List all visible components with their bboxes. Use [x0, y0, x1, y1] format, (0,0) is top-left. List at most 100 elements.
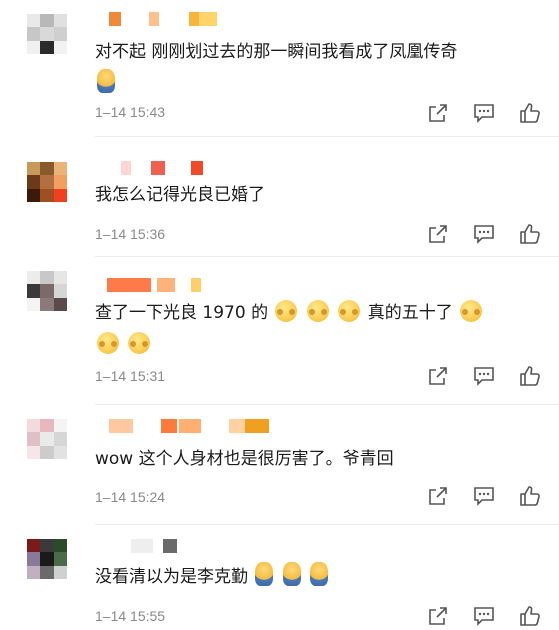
- timestamp: 1–14 15:31: [95, 368, 166, 384]
- emoji-icon: [255, 562, 274, 586]
- avatar-pixel: [53, 445, 67, 459]
- reply-button[interactable]: [473, 102, 495, 124]
- comment-text: wow 这个人身材也是很厉害了。爷青回: [95, 449, 394, 469]
- avatar-pixel: [40, 445, 54, 459]
- avatar-pixel: [53, 162, 67, 176]
- avatar-pixel: [53, 14, 67, 28]
- avatar-pixel: [53, 188, 67, 202]
- comment-text: 没看清以为是李克勤: [95, 561, 529, 593]
- avatar-pixel: [40, 552, 54, 566]
- avatar-pixel: [27, 552, 41, 566]
- avatar[interactable]: [27, 14, 67, 54]
- comment-actions: [427, 605, 541, 627]
- avatar-pixel: [27, 432, 41, 446]
- avatar[interactable]: [27, 419, 67, 459]
- comment-item: 没看清以为是李克勤 1–14 15:55: [0, 525, 559, 630]
- avatar-pixel: [27, 40, 41, 54]
- avatar[interactable]: [27, 539, 67, 579]
- share-button[interactable]: [427, 223, 449, 245]
- reply-button[interactable]: [473, 485, 495, 507]
- comment-actions: [427, 102, 541, 124]
- avatar-pixel: [27, 162, 41, 176]
- comment-actions: [427, 485, 541, 507]
- emoji-icon: [460, 300, 483, 322]
- avatar-pixel: [27, 284, 41, 298]
- avatar-pixel: [53, 565, 67, 579]
- comment-actions: [427, 365, 541, 387]
- avatar-pixel: [53, 419, 67, 433]
- avatar[interactable]: [27, 271, 67, 311]
- avatar-pixel: [40, 565, 54, 579]
- avatar-pixel: [40, 432, 54, 446]
- avatar-pixel: [40, 284, 54, 298]
- avatar-pixel: [53, 27, 67, 41]
- avatar-pixel: [53, 539, 67, 553]
- avatar-pixel: [53, 40, 67, 54]
- like-icon: [520, 224, 540, 244]
- avatar-pixel: [27, 419, 41, 433]
- emoji-icon: [128, 332, 151, 354]
- avatar-pixel: [53, 175, 67, 189]
- emoji-icon: [306, 300, 329, 322]
- avatar-pixel: [53, 297, 67, 311]
- like-button[interactable]: [519, 102, 541, 124]
- share-icon: [429, 487, 447, 505]
- reply-button[interactable]: [473, 223, 495, 245]
- emoji-icon: [310, 562, 329, 586]
- like-icon: [520, 366, 540, 386]
- avatar[interactable]: [27, 162, 67, 202]
- share-button[interactable]: [427, 605, 449, 627]
- emoji-icon: [97, 69, 115, 93]
- avatar-pixel: [40, 162, 54, 176]
- like-icon: [520, 486, 540, 506]
- comment-item: 对不起 刚刚划过去的那一瞬间我看成了凤凰传奇 1–14 15:43: [0, 0, 559, 137]
- comment-item: wow 这个人身材也是很厉害了。爷青回 1–14 15:24: [0, 405, 559, 525]
- emoji-icon: [275, 300, 298, 322]
- comment-icon: [474, 487, 494, 506]
- share-icon: [429, 367, 447, 385]
- comment-text: 我怎么记得光良已婚了: [95, 185, 265, 205]
- comment-icon: [474, 367, 494, 386]
- avatar-pixel: [40, 14, 54, 28]
- comment-text: 对不起 刚刚划过去的那一瞬间我看成了凤凰传奇: [95, 36, 529, 100]
- comment-actions: [427, 223, 541, 245]
- avatar-pixel: [27, 27, 41, 41]
- avatar-pixel: [53, 284, 67, 298]
- reply-button[interactable]: [473, 605, 495, 627]
- comment-icon: [474, 225, 494, 244]
- avatar-pixel: [40, 175, 54, 189]
- avatar-pixel: [27, 188, 41, 202]
- timestamp: 1–14 15:36: [95, 226, 166, 242]
- avatar-pixel: [27, 539, 41, 553]
- avatar-pixel: [40, 271, 54, 285]
- comment-icon: [474, 104, 494, 123]
- avatar-pixel: [27, 297, 41, 311]
- share-button[interactable]: [427, 485, 449, 507]
- share-icon: [429, 104, 447, 122]
- avatar-pixel: [53, 432, 67, 446]
- comment-text: 查了一下光良 1970 的 真的五十了: [95, 297, 529, 361]
- share-button[interactable]: [427, 365, 449, 387]
- comment-icon: [474, 607, 494, 626]
- avatar-pixel: [40, 27, 54, 41]
- emoji-icon: [338, 300, 361, 322]
- like-icon: [520, 606, 540, 626]
- share-icon: [429, 225, 447, 243]
- comment-item: 查了一下光良 1970 的 真的五十了 1–14 15:31: [0, 257, 559, 405]
- avatar-pixel: [40, 40, 54, 54]
- like-button[interactable]: [519, 485, 541, 507]
- avatar-pixel: [40, 419, 54, 433]
- timestamp: 1–14 15:24: [95, 489, 166, 505]
- avatar-pixel: [27, 14, 41, 28]
- reply-button[interactable]: [473, 365, 495, 387]
- comment-item: 我怎么记得光良已婚了 1–14 15:36: [0, 137, 559, 257]
- share-icon: [429, 607, 447, 625]
- timestamp: 1–14 15:43: [95, 104, 166, 120]
- avatar-pixel: [53, 552, 67, 566]
- like-button[interactable]: [519, 605, 541, 627]
- like-button[interactable]: [519, 365, 541, 387]
- like-button[interactable]: [519, 223, 541, 245]
- avatar-pixel: [40, 539, 54, 553]
- avatar-pixel: [40, 188, 54, 202]
- share-button[interactable]: [427, 102, 449, 124]
